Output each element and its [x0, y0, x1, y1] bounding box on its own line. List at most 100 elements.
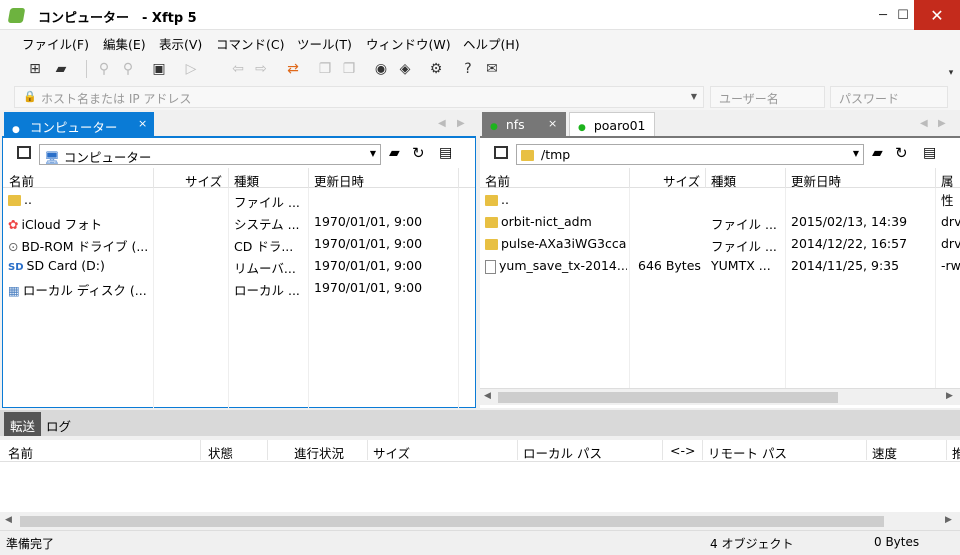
- xshell-icon[interactable]: ◉: [370, 58, 392, 80]
- file-row[interactable]: SD SD Card (D:) リムーバ... 1970/01/01, 9:00: [3, 255, 475, 277]
- scroll-right-icon[interactable]: ▶: [945, 515, 952, 525]
- dropdown-arrow-icon[interactable]: ▼: [853, 149, 859, 158]
- column-size[interactable]: サイズ: [663, 171, 700, 190]
- tab-scroll-left-icon[interactable]: ◀: [438, 118, 446, 129]
- column-remote-path[interactable]: リモート パス: [708, 443, 787, 462]
- view-mode-icon[interactable]: ▤: [439, 145, 452, 161]
- password-input[interactable]: パスワード: [830, 86, 948, 108]
- remote-hscrollbar[interactable]: ◀ ▶: [480, 388, 960, 405]
- refresh-icon[interactable]: ↻: [895, 144, 908, 162]
- tab-poaro01[interactable]: ● poaro01: [569, 112, 655, 138]
- column-type[interactable]: 種類: [234, 171, 259, 190]
- local-path-select[interactable]: 🖥 コンピューター ▼: [39, 144, 381, 165]
- tab-close-icon[interactable]: ×: [138, 117, 147, 130]
- menu-tools[interactable]: ツール(T): [297, 34, 352, 53]
- panel-toggle-icon[interactable]: [494, 146, 508, 159]
- copy-icon[interactable]: ❐: [314, 58, 336, 80]
- column-divider[interactable]: [705, 168, 706, 188]
- column-speed[interactable]: 速度: [872, 443, 897, 462]
- menu-edit[interactable]: 編集(E): [103, 34, 146, 53]
- menu-view[interactable]: 表示(V): [159, 34, 202, 53]
- tab-scroll-right-icon[interactable]: ▶: [938, 118, 946, 129]
- column-divider[interactable]: [866, 440, 867, 460]
- column-divider[interactable]: [200, 440, 201, 460]
- tab-log[interactable]: ログ: [42, 412, 75, 436]
- host-input[interactable]: 🔒 ホスト名または IP アドレス ▼: [14, 86, 704, 108]
- column-divider[interactable]: [785, 168, 786, 188]
- menu-window[interactable]: ウィンドウ(W): [366, 34, 451, 53]
- menu-file[interactable]: ファイル(F): [22, 34, 89, 53]
- username-input[interactable]: ユーザー名: [710, 86, 825, 108]
- settings-gear-icon[interactable]: ⚙: [425, 58, 447, 80]
- scroll-left-icon[interactable]: ◀: [484, 391, 491, 401]
- menu-help[interactable]: ヘルプ(H): [463, 34, 520, 53]
- view-mode-icon[interactable]: ▤: [923, 145, 936, 161]
- column-type[interactable]: 種類: [711, 171, 736, 190]
- tab-computer[interactable]: ● コンピューター ×: [4, 112, 154, 138]
- file-row[interactable]: ..: [480, 189, 960, 211]
- back-arrow-icon[interactable]: ⇦: [227, 58, 249, 80]
- forward-arrow-icon[interactable]: ⇨: [250, 58, 272, 80]
- file-row[interactable]: ▦ ローカル ディスク (... ローカル ... 1970/01/01, 9:0…: [3, 277, 475, 299]
- properties-icon[interactable]: ▣: [148, 58, 170, 80]
- scroll-thumb[interactable]: [498, 392, 838, 403]
- column-divider[interactable]: [517, 440, 518, 460]
- new-folder-icon[interactable]: ▰: [872, 145, 883, 161]
- column-status[interactable]: 状態: [208, 443, 233, 462]
- file-row[interactable]: pulse-AXa3iWG3ccaK ファイル ... 2014/12/22, …: [480, 233, 960, 255]
- column-name[interactable]: 名前: [9, 171, 34, 190]
- column-divider[interactable]: [267, 440, 268, 460]
- column-divider[interactable]: [153, 168, 154, 188]
- column-local-path[interactable]: ローカル パス: [523, 443, 602, 462]
- file-row[interactable]: ⊙ BD-ROM ドライブ (... CD ドラ... 1970/01/01, 9…: [3, 233, 475, 255]
- column-divider[interactable]: [308, 168, 309, 188]
- column-divider[interactable]: [458, 168, 459, 188]
- tab-scroll-right-icon[interactable]: ▶: [457, 118, 465, 129]
- play-icon[interactable]: ▷: [180, 58, 202, 80]
- column-modified[interactable]: 更新日時: [314, 171, 364, 190]
- remote-path-select[interactable]: /tmp ▼: [516, 144, 864, 165]
- tab-scroll-left-icon[interactable]: ◀: [920, 118, 928, 129]
- paste-icon[interactable]: ❐: [338, 58, 360, 80]
- xftp-icon[interactable]: ◈: [394, 58, 416, 80]
- column-divider[interactable]: [662, 440, 663, 460]
- column-divider[interactable]: [367, 440, 368, 460]
- column-modified[interactable]: 更新日時: [791, 171, 841, 190]
- menu-command[interactable]: コマンド(C): [216, 34, 284, 53]
- close-button[interactable]: ✕: [914, 0, 960, 30]
- new-folder-icon[interactable]: ▰: [389, 145, 400, 161]
- new-session-icon[interactable]: ⊞: [24, 58, 46, 80]
- scroll-thumb[interactable]: [20, 516, 884, 527]
- refresh-icon[interactable]: ↻: [412, 144, 425, 162]
- transfer-hscrollbar[interactable]: ◀ ▶: [0, 513, 960, 530]
- column-divider[interactable]: [946, 440, 947, 460]
- dropdown-arrow-icon[interactable]: ▼: [370, 149, 376, 158]
- disconnect-icon[interactable]: ⚲: [117, 58, 139, 80]
- file-row[interactable]: ✿ iCloud フォト システム ... 1970/01/01, 9:00: [3, 211, 475, 233]
- file-row[interactable]: .. ファイル ...: [3, 189, 475, 211]
- scroll-left-icon[interactable]: ◀: [5, 515, 12, 525]
- column-divider[interactable]: [228, 168, 229, 188]
- tab-transfer[interactable]: 転送: [4, 412, 42, 436]
- dropdown-arrow-icon[interactable]: ▼: [691, 92, 697, 101]
- column-size[interactable]: サイズ: [185, 171, 222, 190]
- column-name[interactable]: 名前: [8, 443, 33, 462]
- column-divider[interactable]: [629, 168, 630, 188]
- tab-close-icon[interactable]: ×: [548, 117, 557, 130]
- column-divider[interactable]: [702, 440, 703, 460]
- file-row[interactable]: yum_save_tx-2014... 646 Bytes YUMTX ... …: [480, 255, 960, 277]
- toolbar-overflow-icon[interactable]: ▾: [940, 62, 960, 84]
- column-progress[interactable]: 進行状況: [294, 443, 344, 462]
- help-icon[interactable]: ?: [457, 58, 479, 80]
- transfer-list[interactable]: [0, 462, 960, 512]
- column-size[interactable]: サイズ: [373, 443, 410, 462]
- column-divider[interactable]: [935, 168, 936, 188]
- panel-toggle-icon[interactable]: [17, 146, 31, 159]
- column-name[interactable]: 名前: [485, 171, 510, 190]
- feedback-icon[interactable]: ✉: [481, 58, 503, 80]
- transfer-arrows-icon[interactable]: ⇄: [282, 58, 304, 80]
- open-folder-icon[interactable]: ▰: [50, 58, 72, 80]
- column-estimate[interactable]: 推: [952, 443, 960, 462]
- column-direction[interactable]: <->: [670, 443, 695, 458]
- tab-nfs[interactable]: ● nfs ×: [482, 112, 566, 138]
